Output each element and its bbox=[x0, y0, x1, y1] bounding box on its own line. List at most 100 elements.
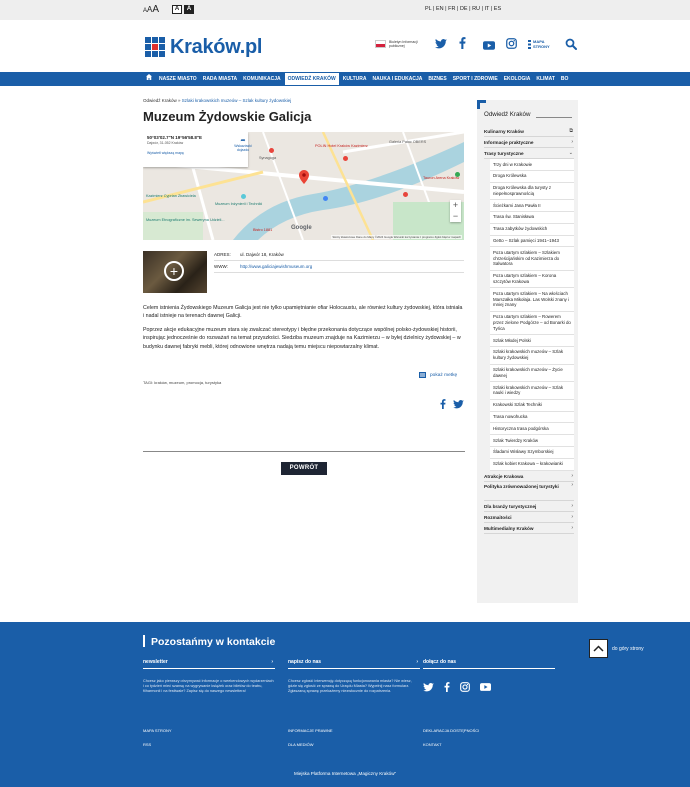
sidebar-subitem[interactable]: Droga Królewska dla turysty z niepełnosp… bbox=[490, 182, 574, 201]
sidebar-subitem[interactable]: Poza utartym szlakiem – Korona szczytów … bbox=[490, 270, 574, 289]
sidebar-subitem[interactable]: Trasa zabytków żydowskich bbox=[490, 223, 574, 236]
list-icon bbox=[419, 372, 426, 378]
museum-photo[interactable]: + bbox=[143, 251, 207, 293]
sidebar-subitem[interactable]: Historyczna trasa podgórska bbox=[490, 423, 574, 436]
sidebar-item-top-0[interactable]: Kulinarny Kraków ⧉ bbox=[484, 126, 574, 137]
youtube-icon[interactable] bbox=[480, 683, 491, 693]
map-poi-icon[interactable] bbox=[455, 172, 460, 177]
sidebar-subitem[interactable]: Poza utartym szlakiem – Rowerem przez zi… bbox=[490, 311, 574, 336]
map-zoom-in-button[interactable]: + bbox=[450, 200, 461, 211]
contrast-normal-button[interactable]: A bbox=[172, 5, 182, 14]
sidebar-subitem[interactable]: Śladami Wisławy Szymborskiej bbox=[490, 446, 574, 459]
map-poi-icon[interactable] bbox=[403, 192, 408, 197]
instagram-icon[interactable] bbox=[506, 38, 517, 52]
map-zoom-out-button[interactable]: − bbox=[450, 211, 461, 222]
map-poi-icon[interactable] bbox=[269, 148, 274, 153]
breadcrumb: Odwiedź Kraków » Szlaki krakowskich muze… bbox=[143, 98, 291, 103]
footer-link-accessibility[interactable]: DEKLARACJA DOSTĘPNOŚCI bbox=[423, 728, 479, 733]
sidebar-item-bottom-2[interactable]: Dla branży turystycznej › bbox=[484, 501, 574, 512]
nav-item-odwiedź-kraków[interactable]: ODWIEDŹ KRAKÓW bbox=[283, 72, 340, 86]
share-facebook-icon[interactable] bbox=[440, 399, 446, 412]
sidebar-subitem[interactable]: Szlak Twierdzy Kraków bbox=[490, 435, 574, 447]
footer-link-contact[interactable]: KONTAKT bbox=[423, 742, 442, 747]
nav-item-ekologia[interactable]: EKOLOGIA bbox=[501, 72, 534, 86]
nav-item-nauka-i-edukacja[interactable]: NAUKA I EDUKACJA bbox=[370, 72, 426, 86]
footer-link-site-map[interactable]: MAPA STRONY bbox=[143, 728, 172, 733]
map-poi-icon[interactable] bbox=[241, 194, 246, 199]
sidebar-item-bottom-0[interactable]: Atrakcje Krakowa › bbox=[484, 471, 574, 482]
footer-social bbox=[423, 682, 491, 694]
sidebar-subitem[interactable]: Krakowski Szlak Techniki bbox=[490, 399, 574, 412]
detail-address: ADRES: ul. Dajwór 18, Kraków bbox=[214, 252, 464, 261]
breadcrumb-item-odwiedz-krakow[interactable]: Odwiedź Kraków bbox=[143, 98, 177, 103]
back-to-top[interactable]: do góry strony bbox=[589, 639, 644, 658]
nav-item-klimat[interactable]: KLIMAT bbox=[533, 72, 558, 86]
twitter-icon[interactable] bbox=[423, 682, 434, 694]
map-directions-link[interactable]: ➦ Wskazówki dojazdu bbox=[228, 137, 258, 152]
nav-item-nasze-miasto[interactable]: NASZE MIASTO bbox=[156, 72, 200, 86]
newsletter-link[interactable]: newsletter › bbox=[143, 659, 275, 669]
contrast-high-button[interactable]: A bbox=[184, 5, 194, 14]
sidebar-subitem[interactable]: Poza utartym szlakiem – Na włościach Mar… bbox=[490, 288, 574, 312]
sidebar-subitem[interactable]: Szlak kobiet Krakowa – krakowianki bbox=[490, 458, 574, 471]
sidebar-subitem[interactable]: Szlaki krakowskich muzeów – Szlak kultur… bbox=[490, 346, 574, 365]
sidebar-item-bottom-1[interactable]: Polityka zrównoważonej turystyki › bbox=[484, 482, 574, 501]
intro-paragraph: Celem istnienia Żydowskiego Muzeum Galic… bbox=[143, 305, 463, 320]
write-to-us-link[interactable]: napisz do nas › bbox=[288, 659, 420, 669]
nav-item-komunikacja[interactable]: KOMUNIKACJA bbox=[240, 72, 284, 86]
footer-heading: Pozostańmy w kontakcie bbox=[143, 635, 275, 648]
sidebar: Odwiedź Kraków Kulinarny Kraków ⧉ Informac… bbox=[477, 100, 578, 603]
google-map[interactable]: POLIN Hotel Kraków Kazimierz Kazimierz C… bbox=[143, 132, 464, 240]
nav-item-rada-miasta[interactable]: RADA MIASTA bbox=[200, 72, 240, 86]
chevron-right-icon: › bbox=[571, 524, 573, 531]
sidebar-item-bottom-4[interactable]: Multimedialny Kraków › bbox=[484, 523, 574, 534]
sidebar-subitem[interactable]: Ścieżkami Jana Pawła II bbox=[490, 200, 574, 212]
sidebar-subitem[interactable]: Droga Królewska bbox=[490, 170, 574, 183]
map-pin-icon[interactable] bbox=[299, 170, 309, 184]
footer-link-rss[interactable]: RSS bbox=[143, 742, 151, 747]
sidebar-item-top-1[interactable]: Informacje praktyczne › bbox=[484, 137, 574, 148]
nav-item-sport-i-zdrowie[interactable]: SPORT I ZDROWIE bbox=[450, 72, 501, 86]
font-size-large[interactable]: A bbox=[152, 4, 159, 15]
sidebar-item-top-2[interactable]: Trasy turystyczne ⌄ bbox=[484, 148, 574, 159]
show-tag-link[interactable]: pokaż metkę bbox=[419, 372, 457, 378]
sidebar-subitem[interactable]: Szlaki krakowskich muzeów – Życie dawnej bbox=[490, 364, 574, 383]
facebook-icon[interactable] bbox=[444, 682, 450, 694]
detail-www-link[interactable]: http://www.galiciajewishmuseum.org bbox=[240, 264, 312, 269]
sidebar-subitem[interactable]: Getto – Szlak pamięci 1941–1943 bbox=[490, 235, 574, 248]
sidebar-subitem[interactable]: Trasa św. Stanisława bbox=[490, 211, 574, 224]
instagram-icon[interactable] bbox=[460, 682, 470, 694]
language-switcher[interactable]: PL | EN | FR | DE | RU | IT | ES bbox=[425, 6, 501, 12]
home-icon[interactable] bbox=[143, 72, 156, 86]
nav-item-bo[interactable]: BO bbox=[558, 72, 572, 86]
sidebar-subitem[interactable]: Trasa nowohucka bbox=[490, 411, 574, 424]
facebook-icon[interactable] bbox=[459, 37, 466, 52]
sidebar-subitem[interactable]: Szlak Młodej Polski bbox=[490, 335, 574, 347]
breadcrumb-item-current[interactable]: Szlaki krakowskich muzeów – Szlak kultur… bbox=[182, 98, 291, 103]
map-poi-icon[interactable] bbox=[323, 196, 328, 201]
sidebar-subitem[interactable]: Szlaki krakowskich muzeów – Szlak nauki … bbox=[490, 382, 574, 400]
search-icon[interactable] bbox=[565, 38, 577, 53]
footer-link-legal[interactable]: INFORMACJE PRAWNE bbox=[288, 728, 333, 733]
share-twitter-icon[interactable] bbox=[453, 400, 464, 412]
nav-item-kultura[interactable]: KULTURA bbox=[340, 72, 370, 86]
twitter-icon[interactable] bbox=[435, 38, 447, 52]
sidebar-subitem[interactable]: Trzy dni w Krakowie bbox=[490, 159, 574, 171]
zoom-plus-icon[interactable]: + bbox=[164, 261, 184, 281]
map-label-engineering: Muzeum Inżynierii i Techniki bbox=[215, 202, 263, 206]
map-poi-icon[interactable] bbox=[343, 156, 348, 161]
newsletter-column: newsletter › Chcesz jako pierwszy otrzymy… bbox=[143, 659, 275, 695]
youtube-icon[interactable] bbox=[483, 39, 495, 53]
external-link-icon: ⧉ bbox=[569, 128, 573, 134]
back-button[interactable]: POWRÓT bbox=[281, 462, 327, 475]
map-terms[interactable]: Skróty klawiszowe Dane do Mapy ©2024 Goo… bbox=[331, 235, 462, 239]
bip-link[interactable]: Biuletyn Informacji publicznej bbox=[375, 40, 423, 48]
footer-link-media[interactable]: DLA MEDIÓW bbox=[288, 742, 314, 747]
site-map-link[interactable]: MAPA STRONY bbox=[528, 39, 550, 49]
page-title: Muzeum Żydowskie Galicja bbox=[143, 109, 312, 124]
site-logo[interactable]: Kraków.pl bbox=[145, 35, 262, 59]
sidebar-subitem[interactable]: Poza utartym szlakiem – Szlakiem chrześc… bbox=[490, 247, 574, 271]
nav-item-biznes[interactable]: BIZNES bbox=[425, 72, 449, 86]
chevron-right-icon: › bbox=[571, 502, 573, 509]
sidebar-item-bottom-3[interactable]: Rozmaitości › bbox=[484, 512, 574, 523]
